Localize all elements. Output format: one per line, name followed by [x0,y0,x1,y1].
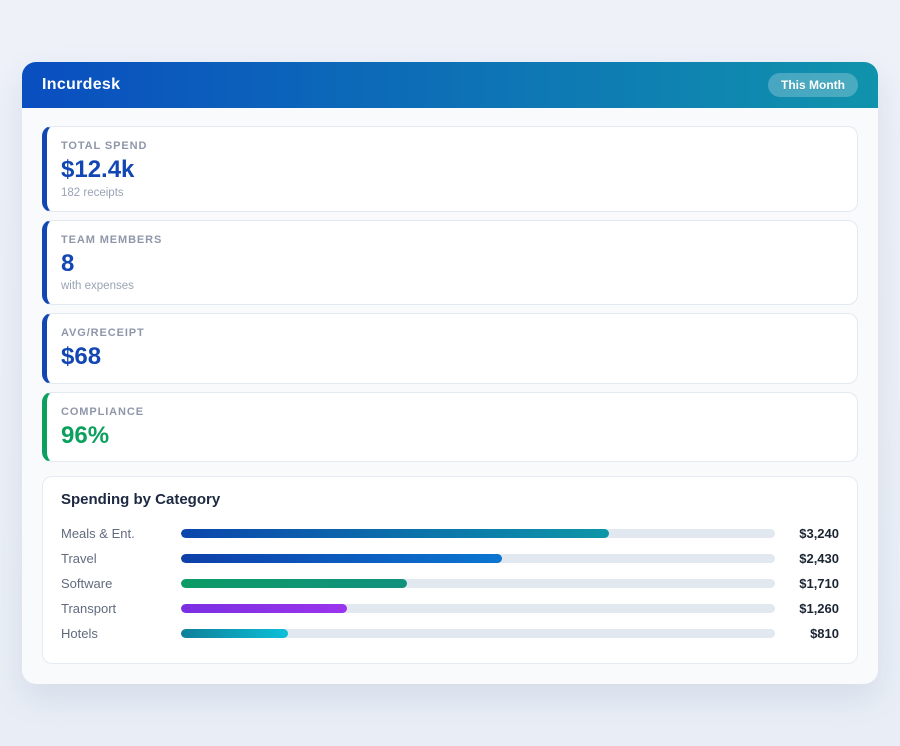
stat-label: TEAM MEMBERS [61,234,841,246]
category-value: $810 [775,626,839,641]
stat-value: $68 [61,343,841,371]
bar-track [181,554,775,563]
stat-value: 8 [61,250,841,278]
stat-card-total-spend: TOTAL SPEND $12.4k 182 receipts [42,126,858,212]
bar-chart: Meals & Ent. $3,240 Travel $2,430 Software $1… [61,521,839,646]
period-badge[interactable]: This Month [768,73,858,97]
bar-fill [181,579,407,588]
category-label: Software [61,576,181,591]
stat-subtext: with expenses [61,280,841,292]
bar-track [181,629,775,638]
stat-label: TOTAL SPEND [61,140,841,152]
category-label: Hotels [61,626,181,641]
stat-value: $12.4k [61,156,841,184]
chart-row: Software $1,710 [61,571,839,596]
category-label: Meals & Ent. [61,526,181,541]
category-label: Travel [61,551,181,566]
chart-row: Transport $1,260 [61,596,839,621]
chart-row: Meals & Ent. $3,240 [61,521,839,546]
chart-row: Travel $2,430 [61,546,839,571]
app-header: Incurdesk This Month [22,62,878,108]
chart-title: Spending by Category [61,491,839,508]
bar-track [181,529,775,538]
spending-by-category-card: Spending by Category Meals & Ent. $3,240 T… [42,476,858,664]
category-label: Transport [61,601,181,616]
bar-fill [181,604,347,613]
stat-subtext: 182 receipts [61,187,841,199]
dashboard-panel: Incurdesk This Month TOTAL SPEND $12.4k … [22,62,878,684]
stat-card-team-members: TEAM MEMBERS 8 with expenses [42,220,858,306]
bar-track [181,579,775,588]
stat-card-compliance: COMPLIANCE 96% [42,392,858,463]
category-value: $2,430 [775,551,839,566]
panel-body: TOTAL SPEND $12.4k 182 receipts TEAM MEM… [22,108,878,664]
app-title: Incurdesk [42,76,120,94]
category-value: $1,710 [775,576,839,591]
category-value: $1,260 [775,601,839,616]
bar-track [181,604,775,613]
stat-label: COMPLIANCE [61,406,841,418]
bar-fill [181,529,609,538]
bar-fill [181,554,502,563]
chart-row: Hotels $810 [61,621,839,646]
stat-label: AVG/RECEIPT [61,327,841,339]
stat-card-avg-receipt: AVG/RECEIPT $68 [42,313,858,384]
category-value: $3,240 [775,526,839,541]
bar-fill [181,629,288,638]
stat-value: 96% [61,422,841,450]
